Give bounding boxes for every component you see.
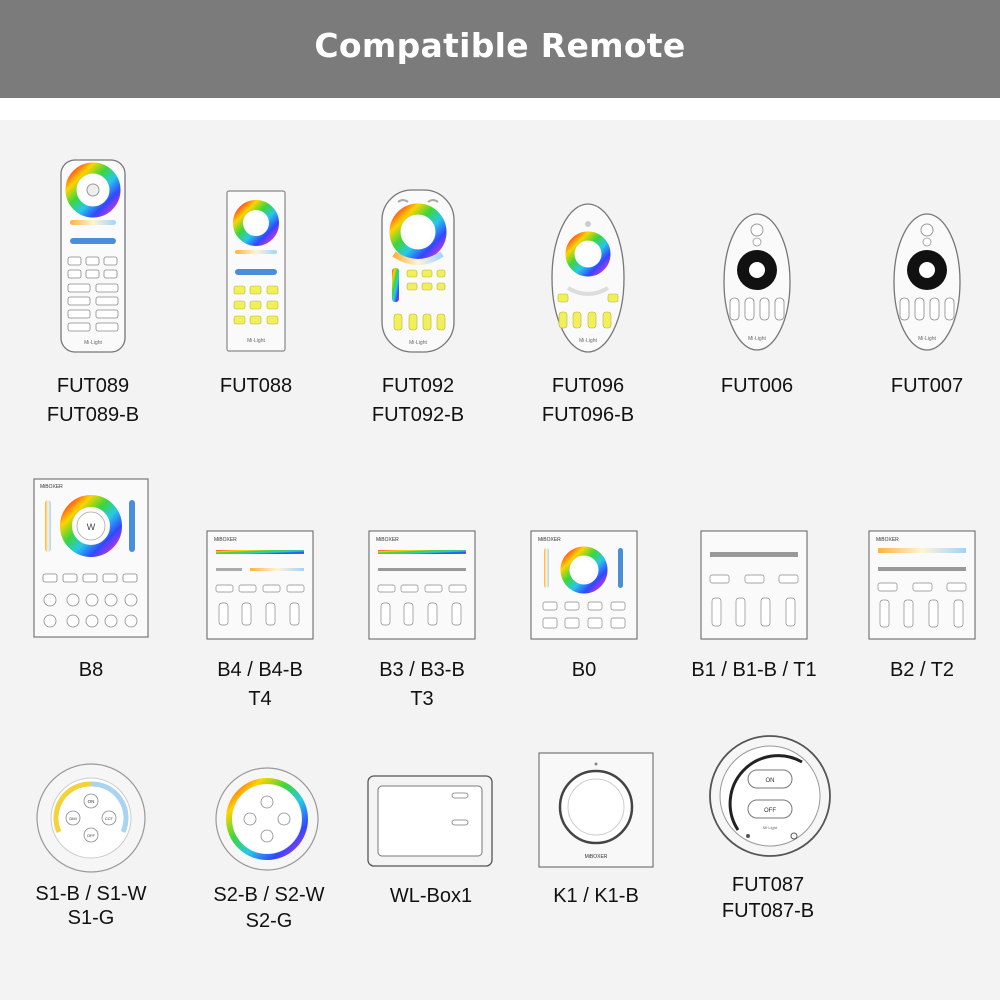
label-line: T3 (410, 688, 434, 710)
product-label-b3: B3 / B3-B T3 (347, 656, 497, 714)
wall-panel-icon: MiBOXER (206, 530, 314, 640)
product-k1[interactable]: MiBOXER (538, 752, 654, 868)
panel-brand-text: MiBOXER (40, 484, 63, 490)
round-remote-icon (215, 767, 319, 871)
product-label-fut088: FUT088 (186, 372, 326, 401)
product-panel (0, 120, 1000, 1000)
product-fut088[interactable]: Mi·Light (225, 190, 287, 352)
on-text: ON (88, 799, 95, 804)
product-b8[interactable]: MiBOXER W (33, 478, 149, 638)
product-s2[interactable] (214, 766, 320, 872)
off-text: OFF (764, 808, 776, 814)
product-label-b2: B2 / T2 (862, 656, 982, 685)
product-label-b1: B1 / B1-B / T1 (670, 656, 838, 685)
panel-brand-text: MiBOXER (585, 854, 608, 860)
panel-brand-text: MiBOXER (538, 537, 561, 543)
product-fut096[interactable]: Mi·Light (550, 202, 626, 354)
product-label-fut006: FUT006 (686, 372, 828, 401)
product-b4[interactable]: MiBOXER (206, 530, 314, 640)
product-fut007[interactable]: Mi·Light (892, 212, 962, 352)
label-line: K1 / K1-B (553, 885, 639, 907)
product-label-fut092: FUT092 FUT092-B (344, 372, 492, 430)
wall-panel-icon: MiBOXER (368, 530, 476, 640)
label-line: FUT088 (219, 375, 293, 397)
product-label-fut089: FUT089 FUT089-B (20, 372, 166, 430)
wall-panel-icon (700, 530, 808, 640)
product-b2[interactable]: MiBOXER (868, 530, 976, 640)
remote-rgb-icon: Mi·Light (381, 189, 455, 353)
product-fut087[interactable]: ON OFF Mi·Light (708, 734, 832, 858)
product-b1[interactable] (700, 530, 808, 640)
label-line: FUT096-B (541, 404, 635, 426)
label-line: FUT007 (890, 375, 964, 397)
product-b0[interactable]: MiBOXER (530, 530, 638, 640)
label-line: B1 / B1-B / T1 (691, 659, 817, 681)
remote-dimmer-icon: Mi·Light (893, 213, 961, 351)
product-label-fut096: FUT096 FUT096-B (514, 372, 662, 430)
label-line: FUT087-B (721, 900, 815, 922)
product-label-b4: B4 / B4-B T4 (185, 656, 335, 714)
label-line: B8 (78, 659, 104, 681)
wall-panel-icon: MiBOXER (868, 530, 976, 640)
wifi-box-icon (367, 775, 493, 867)
product-label-b8: B8 (41, 656, 141, 685)
label-line: WL-Box1 (389, 885, 473, 907)
wall-panel-icon: MiBOXER (530, 530, 638, 640)
label-line: FUT092-B (371, 404, 465, 426)
brand-text: Mi·Light (409, 340, 427, 346)
label-line: B2 / T2 (889, 659, 955, 681)
label-line: S2-B / S2-W (213, 884, 325, 906)
round-remote-icon: ON OFF Mi·Light (709, 735, 831, 857)
brand-text: Mi·Light (247, 338, 265, 344)
label-line: B0 (571, 659, 597, 681)
round-remote-icon: ON OFF DIM CCT (36, 763, 146, 873)
product-wlbox1[interactable] (366, 774, 494, 868)
brand-text: Mi·Light (748, 336, 766, 342)
label-line: FUT006 (720, 375, 794, 397)
label-line: B4 / B4-B (217, 659, 303, 681)
product-s1[interactable]: ON OFF DIM CCT (35, 762, 147, 874)
cct-text: CCT (105, 816, 114, 821)
panel-brand-text: MiBOXER (214, 537, 237, 543)
w-text: W (87, 522, 96, 532)
label-line: FUT092 (381, 375, 455, 397)
product-label-s1: S1-B / S1-W S1-G (16, 882, 166, 930)
brand-text: Mi·Light (918, 336, 936, 342)
label-line: T4 (248, 688, 272, 710)
on-text: ON (766, 778, 775, 784)
product-label-s2: S2-B / S2-W S2-G (194, 882, 344, 934)
label-line: FUT089 (56, 375, 130, 397)
remote-dimmer-icon: Mi·Light (723, 213, 791, 351)
label-line: S1-B / S1-W (35, 883, 147, 905)
remote-rgb-icon: Mi·Light (226, 190, 286, 352)
brand-text: Mi·Light (84, 340, 102, 346)
product-label-k1: K1 / K1-B (530, 882, 662, 911)
label-line: S1-G (67, 907, 115, 929)
page-title: Compatible Remote (314, 26, 686, 65)
label-line: FUT096 (551, 375, 625, 397)
product-fut006[interactable]: Mi·Light (722, 212, 792, 352)
brand-text: Mi·Light (579, 338, 597, 344)
header-banner: Compatible Remote (0, 0, 1000, 98)
dim-text: DIM (69, 816, 76, 821)
label-line: S2-G (245, 910, 293, 932)
wall-panel-icon: MiBOXER W (33, 478, 149, 638)
product-label-b0: B0 (534, 656, 634, 685)
product-b3[interactable]: MiBOXER (368, 530, 476, 640)
product-fut089[interactable]: Mi·Light (58, 158, 128, 354)
product-label-fut007: FUT007 (856, 372, 998, 401)
panel-brand-text: MiBOXER (876, 537, 899, 543)
product-label-wlbox1: WL-Box1 (370, 882, 492, 911)
product-label-fut087: FUT087 FUT087-B (692, 872, 844, 924)
brand-text: Mi·Light (763, 825, 778, 830)
label-line: FUT089-B (46, 404, 140, 426)
off-text: OFF (87, 833, 96, 838)
product-fut092[interactable]: Mi·Light (380, 188, 456, 354)
remote-rgb-icon: Mi·Light (60, 159, 126, 353)
label-line: FUT087 (731, 874, 805, 896)
panel-brand-text: MiBOXER (376, 537, 399, 543)
knob-panel-icon: MiBOXER (538, 752, 654, 868)
remote-rgb-icon: Mi·Light (551, 203, 625, 353)
label-line: B3 / B3-B (379, 659, 465, 681)
